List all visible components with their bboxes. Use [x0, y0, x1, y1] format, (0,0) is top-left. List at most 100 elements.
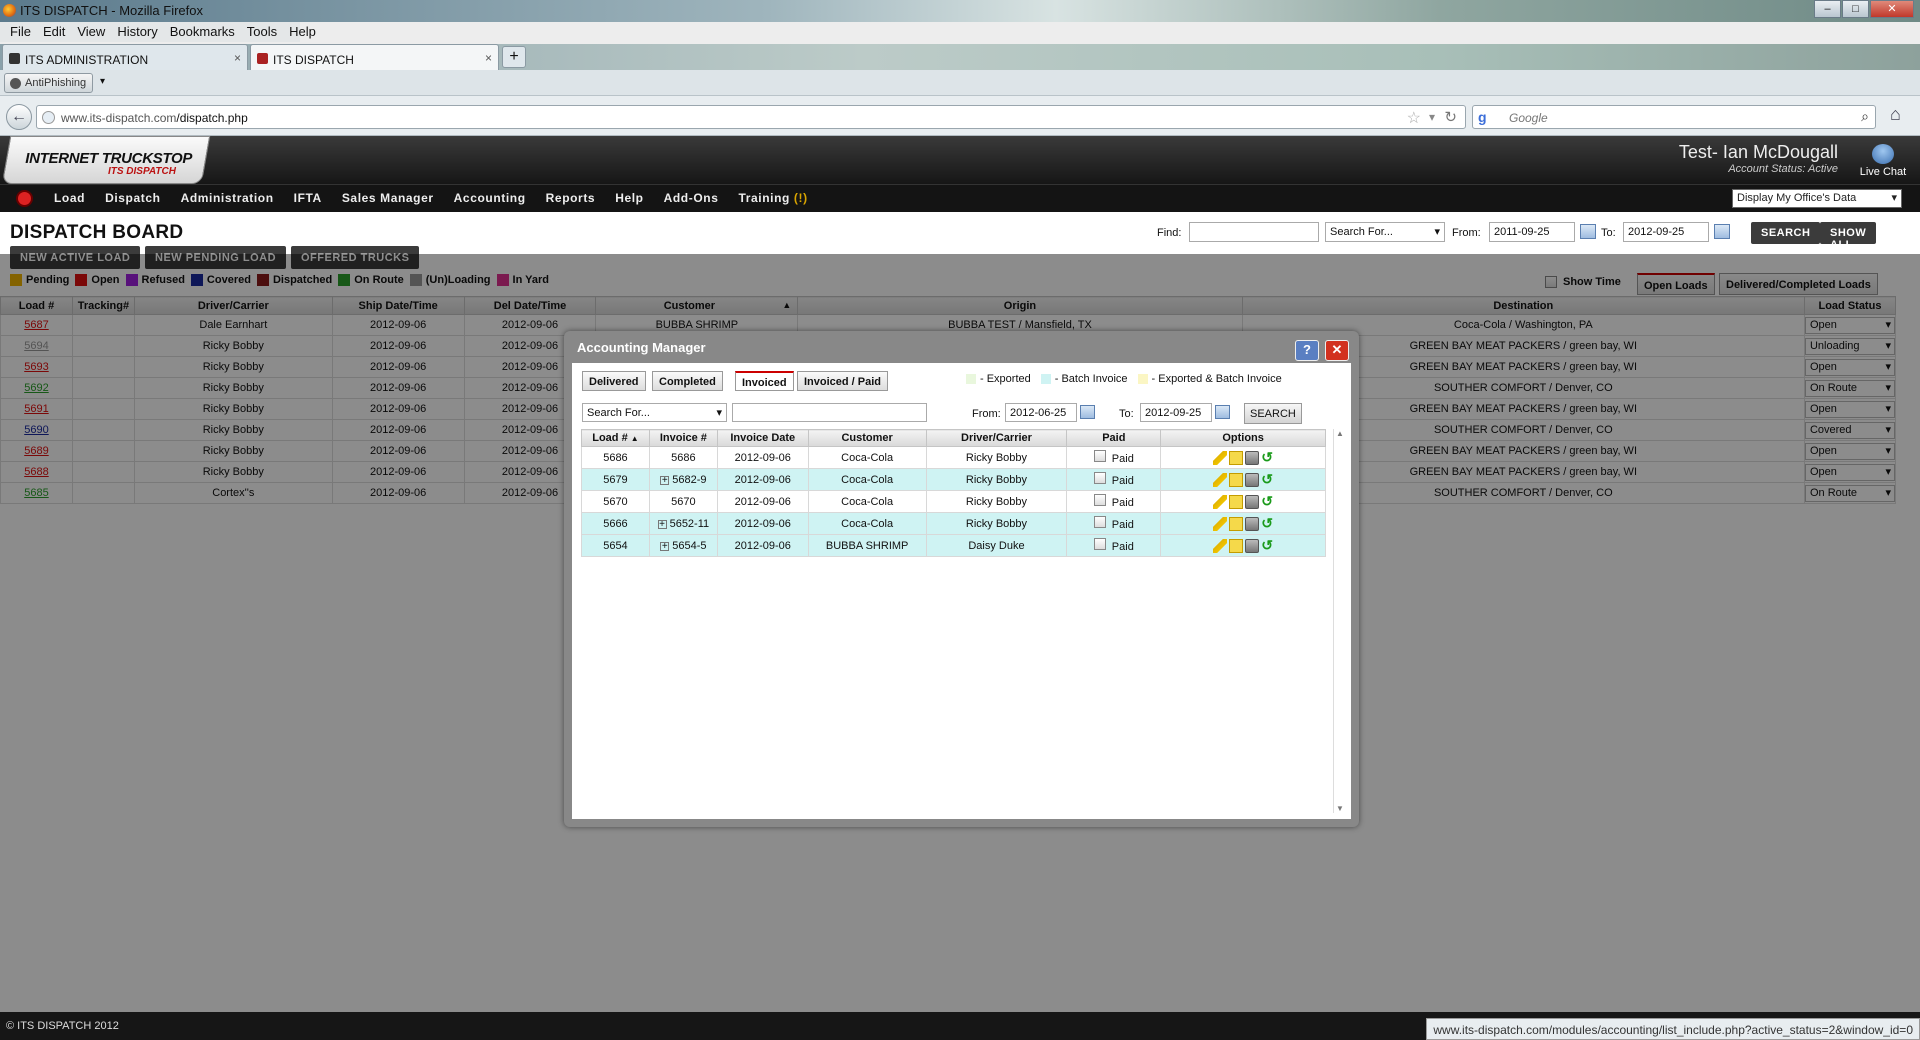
menu-history[interactable]: History — [111, 22, 163, 42]
print-icon[interactable] — [1245, 494, 1260, 509]
nav-sales-manager[interactable]: Sales Manager — [332, 185, 444, 212]
tab-invoiced-paid[interactable]: Invoiced / Paid — [797, 371, 889, 391]
bookmark-star-icon[interactable]: ☆ — [1407, 108, 1421, 128]
undo-icon[interactable]: ↺ — [1261, 472, 1273, 487]
search-button[interactable]: SEARCH — [1751, 222, 1821, 244]
chevron-down-icon[interactable]: ▾ — [100, 76, 105, 87]
note-icon[interactable] — [1229, 538, 1244, 553]
paid-checkbox[interactable] — [1093, 450, 1106, 462]
expand-icon[interactable]: + — [657, 519, 667, 529]
maximize-button[interactable]: □ — [1842, 0, 1869, 18]
nav-load[interactable]: Load — [44, 185, 95, 212]
internet-truckstop-logo[interactable]: INTERNET TRUCKSTOP ITS DISPATCH — [1, 136, 211, 184]
find-input[interactable] — [1189, 222, 1319, 242]
table-row[interactable]: 5679 +5682-9 2012-09-06 Coca-Cola Ricky Bobb… — [581, 468, 1326, 491]
home-icon[interactable]: ⌂ — [1890, 104, 1901, 125]
col-invoice-date[interactable]: Invoice Date — [716, 429, 809, 447]
show-all-button[interactable]: SHOW ALL — [1820, 222, 1877, 251]
table-row[interactable]: 5654 +5654-5 2012-09-06 BUBBA SHRIMP Daisy D… — [581, 534, 1326, 557]
table-row[interactable]: 5666 +5652-11 2012-09-06 Coca-Cola Ricky Bob… — [581, 512, 1326, 535]
tab-close-icon[interactable]: × — [234, 51, 241, 65]
edit-pencil-icon[interactable] — [1213, 538, 1228, 553]
tab-its-administration[interactable]: ITS ADMINISTRATION × — [2, 44, 248, 70]
scroll-down-icon[interactable]: ▼ — [1336, 804, 1344, 813]
menu-file[interactable]: File — [4, 22, 37, 42]
nav-ifta[interactable]: IFTA — [284, 185, 332, 212]
nav-dispatch[interactable]: Dispatch — [95, 185, 170, 212]
undo-icon[interactable]: ↺ — [1261, 450, 1273, 465]
expand-icon[interactable]: + — [660, 475, 670, 485]
help-icon[interactable]: ? — [1295, 340, 1319, 361]
accounting-search-for-select[interactable]: Search For... — [582, 403, 727, 422]
minimize-button[interactable]: – — [1814, 0, 1841, 18]
tab-invoiced[interactable]: Invoiced — [735, 371, 794, 391]
menu-help[interactable]: Help — [283, 22, 322, 42]
tab-completed[interactable]: Completed — [652, 371, 723, 391]
calendar-icon[interactable] — [1215, 405, 1230, 419]
print-icon[interactable] — [1245, 516, 1260, 531]
print-icon[interactable] — [1245, 450, 1260, 465]
back-button[interactable]: ← — [6, 104, 32, 130]
menu-edit[interactable]: Edit — [37, 22, 71, 42]
accounting-from-date[interactable]: 2012-06-25 — [1005, 403, 1077, 422]
tab-delivered[interactable]: Delivered — [582, 371, 646, 391]
web-search-input[interactable]: g Google ⌕ — [1472, 105, 1876, 129]
tab-close-icon[interactable]: × — [485, 51, 492, 65]
print-icon[interactable] — [1245, 472, 1260, 487]
url-bar[interactable]: www.its-dispatch.com/dispatch.php ☆ ▾ ↻ — [36, 105, 1466, 129]
print-icon[interactable] — [1245, 538, 1260, 553]
scroll-up-icon[interactable]: ▲ — [1336, 429, 1344, 438]
calendar-icon[interactable] — [1714, 224, 1730, 239]
col-invoice[interactable]: Invoice # — [648, 429, 718, 447]
undo-icon[interactable]: ↺ — [1261, 516, 1273, 531]
paid-checkbox[interactable] — [1093, 472, 1106, 484]
paid-checkbox[interactable] — [1093, 494, 1106, 506]
col-paid[interactable]: Paid — [1066, 429, 1162, 447]
col-customer[interactable]: Customer — [807, 429, 927, 447]
tab-its-dispatch[interactable]: ITS DISPATCH × — [250, 44, 499, 70]
edit-pencil-icon[interactable] — [1213, 472, 1228, 487]
edit-pencil-icon[interactable] — [1213, 516, 1228, 531]
search-icon[interactable]: ⌕ — [1861, 108, 1869, 125]
calendar-icon[interactable] — [1580, 224, 1596, 239]
col-load[interactable]: Load # ▲ — [581, 429, 650, 447]
accounting-to-date[interactable]: 2012-09-25 — [1140, 403, 1212, 422]
note-icon[interactable] — [1229, 472, 1244, 487]
accounting-search-input[interactable] — [732, 403, 927, 422]
note-icon[interactable] — [1229, 494, 1244, 509]
col-driver[interactable]: Driver/Carrier — [925, 429, 1068, 447]
note-icon[interactable] — [1229, 516, 1244, 531]
nav-accounting[interactable]: Accounting — [444, 185, 536, 212]
close-icon[interactable]: ✕ — [1325, 340, 1349, 361]
table-row[interactable]: 5686 5686 2012-09-06 Coca-Cola Ricky Bobby Pa… — [581, 446, 1326, 469]
paid-checkbox[interactable] — [1093, 516, 1106, 528]
chevron-down-icon[interactable]: ▾ — [1429, 110, 1435, 124]
new-tab-button[interactable]: + — [502, 46, 526, 68]
edit-pencil-icon[interactable] — [1213, 450, 1228, 465]
live-chat-button[interactable]: Live Chat — [1856, 144, 1910, 178]
accounting-search-button[interactable]: SEARCH — [1244, 403, 1302, 424]
close-window-button[interactable]: ✕ — [1870, 0, 1914, 18]
expand-icon[interactable]: + — [660, 541, 670, 551]
vertical-scrollbar[interactable]: ▲ ▼ — [1333, 429, 1345, 813]
nav-administration[interactable]: Administration — [171, 185, 284, 212]
menu-bookmarks[interactable]: Bookmarks — [164, 22, 241, 42]
paid-checkbox[interactable] — [1093, 538, 1106, 550]
calendar-icon[interactable] — [1080, 405, 1095, 419]
menu-view[interactable]: View — [71, 22, 111, 42]
nav-help[interactable]: Help — [605, 185, 653, 212]
nav-add-ons[interactable]: Add-Ons — [654, 185, 729, 212]
edit-pencil-icon[interactable] — [1213, 494, 1228, 509]
nav-reports[interactable]: Reports — [536, 185, 606, 212]
antiphishing-button[interactable]: AntiPhishing — [4, 73, 94, 93]
undo-icon[interactable]: ↺ — [1261, 494, 1273, 509]
note-icon[interactable] — [1229, 450, 1244, 465]
to-date-input[interactable]: 2012-09-25 — [1623, 222, 1709, 242]
office-data-select[interactable]: Display My Office's Data — [1732, 189, 1902, 208]
from-date-input[interactable]: 2011-09-25 — [1489, 222, 1575, 242]
table-row[interactable]: 5670 5670 2012-09-06 Coca-Cola Ricky Bobby Pa… — [581, 490, 1326, 513]
menu-tools[interactable]: Tools — [241, 22, 283, 42]
nav-training[interactable]: Training (!) — [728, 185, 817, 212]
undo-icon[interactable]: ↺ — [1261, 538, 1273, 553]
reload-icon[interactable]: ↻ — [1444, 108, 1457, 126]
